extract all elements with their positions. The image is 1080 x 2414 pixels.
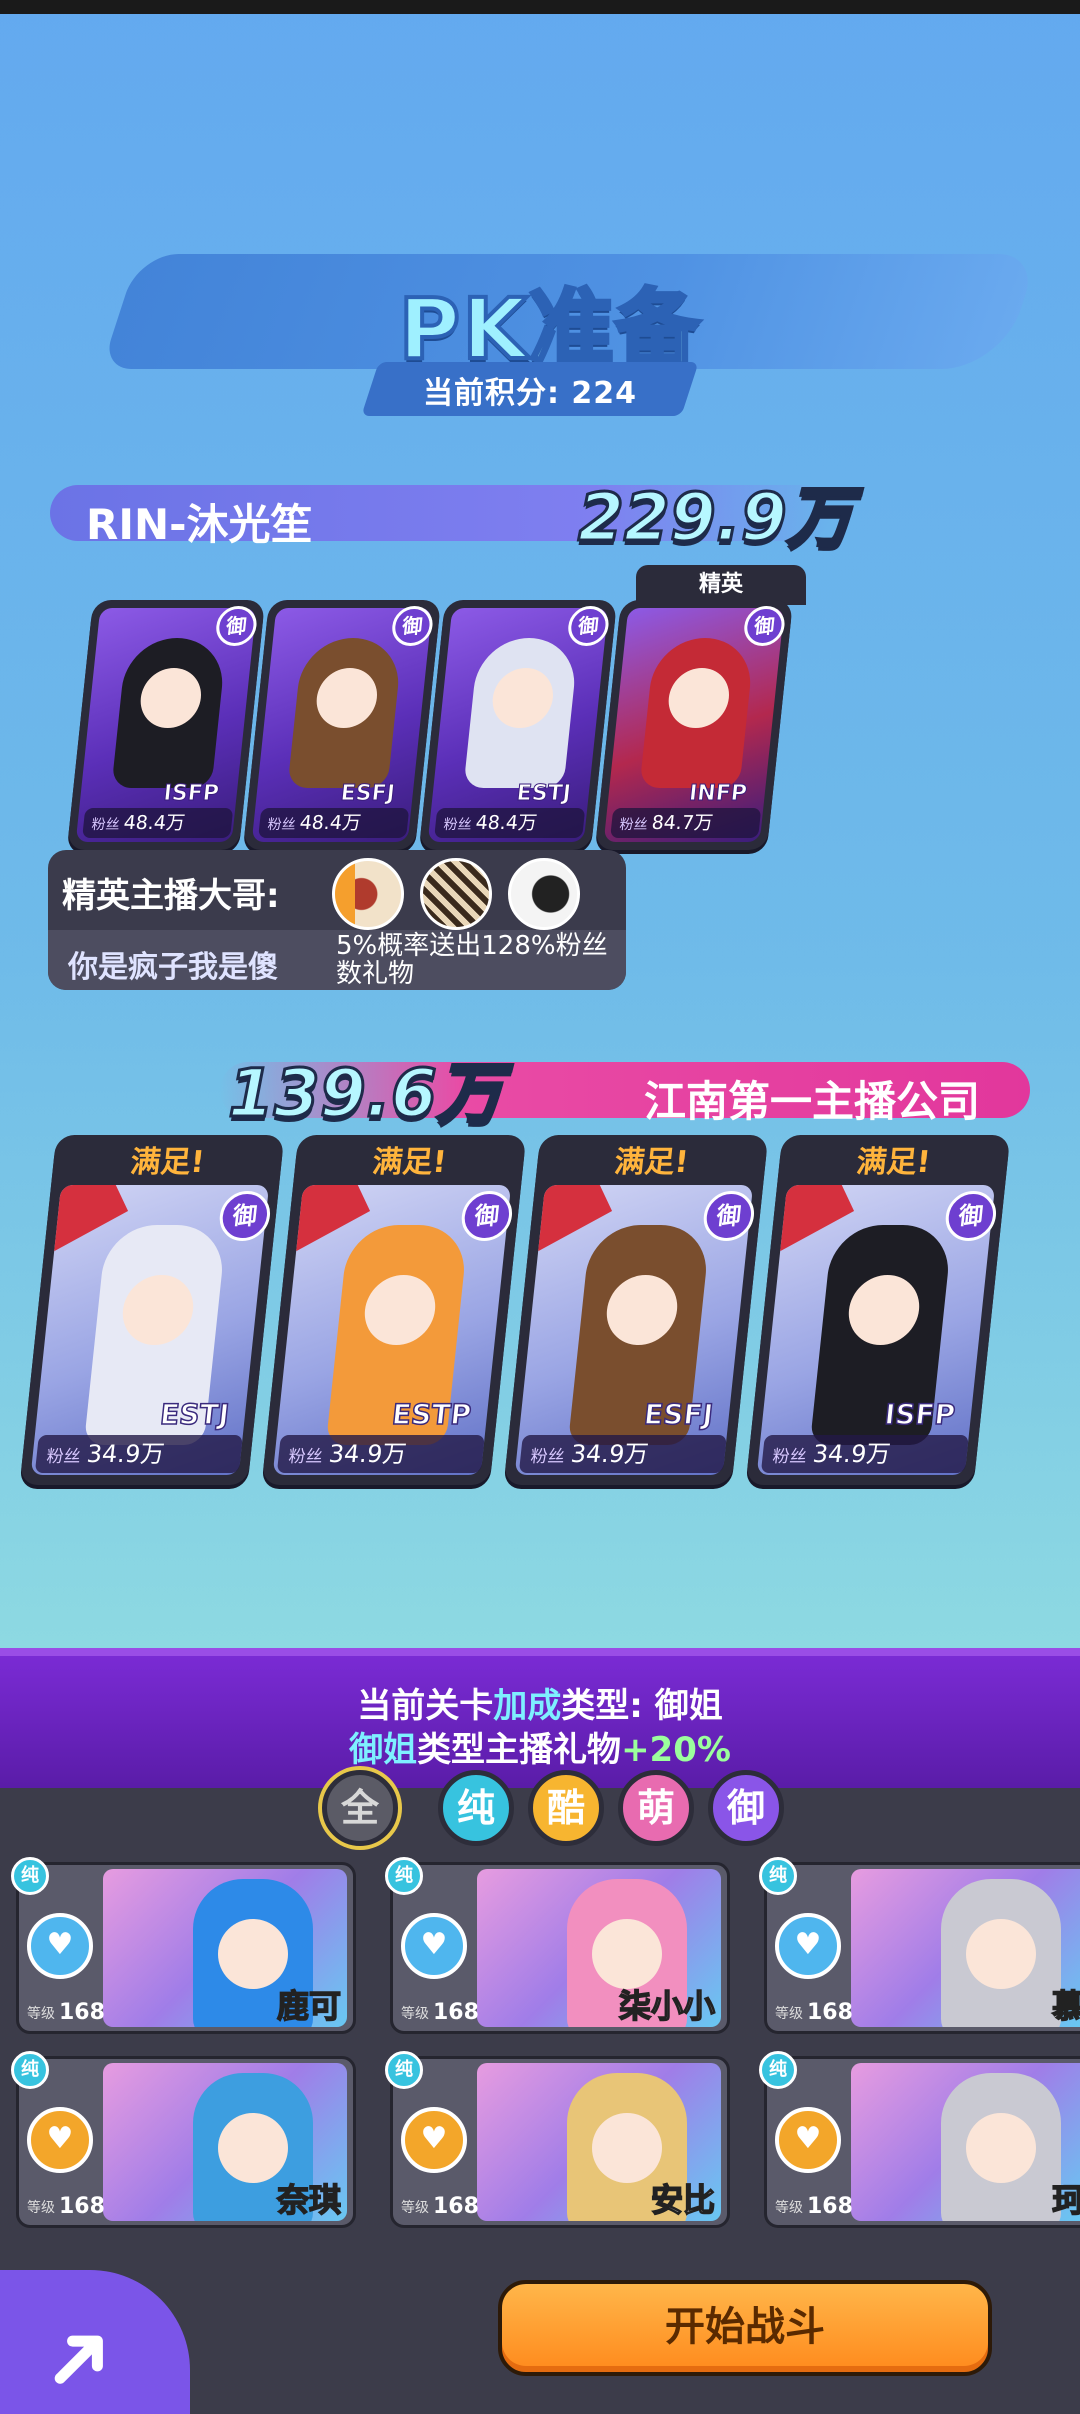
type-tag: 纯 [385, 1857, 423, 1895]
streamer-card[interactable]: 纯 ♥ 等级 168 珂 [759, 2051, 1080, 2228]
filter-mature[interactable]: 御 [708, 1770, 784, 1846]
streamer-name: 珂 [1051, 2180, 1080, 2220]
bonus-line-1: 当前关卡加成类型: 御姐 [357, 1686, 723, 1726]
mbti-label: ISFP [882, 1397, 957, 1432]
streamer-card[interactable]: 纯 ♥ 等级 168 奈琪 [11, 2051, 356, 2228]
bonus-line-2: 御姐类型主播礼物+20% [349, 1730, 731, 1770]
elite-avatar[interactable] [332, 858, 404, 930]
streamer-card[interactable]: 纯 ♥ 等级 168 安比 [385, 2051, 730, 2228]
team1-card-elite[interactable]: 御 INFP 粉丝 84.7万 [594, 600, 794, 850]
heart-icon: ♥ [775, 1913, 841, 1979]
mbti-label: ESTJ [158, 1397, 232, 1432]
type-tag: 纯 [11, 2051, 49, 2089]
fans-count: 粉丝 34.9万 [760, 1435, 969, 1473]
status-label: 满足! [128, 1145, 207, 1180]
heart-icon: ♥ [401, 1913, 467, 1979]
streamer-card[interactable]: 纯 ♥ 等级 168 慕 [759, 1857, 1080, 2034]
team2-name: 江南第一主播公司 [643, 1077, 980, 1126]
level-value: 168 [433, 2000, 479, 2025]
filter-cute[interactable]: 萌 [618, 1770, 694, 1846]
level-label: 等级 [27, 2006, 55, 2022]
start-battle-button[interactable]: 开始战斗 [498, 2280, 992, 2376]
fans-count: 粉丝 48.4万 [258, 808, 410, 838]
current-score: 当前积分: 224 [422, 376, 638, 411]
elite-user: 你是疯子我是傻 [68, 950, 278, 985]
streamer-card[interactable]: 纯 ♥ 等级 168 柒小小 [385, 1857, 730, 2034]
status-label: 满足! [854, 1145, 933, 1180]
level-value: 168 [433, 2194, 479, 2219]
streamer-name: 柒小小 [618, 1986, 716, 2026]
elite-avatar[interactable] [508, 858, 580, 930]
title-banner: PK准备 当前积分: 224 [80, 240, 1039, 416]
team2-card[interactable]: 满足! 御 ESTP 粉丝 34.9万 [261, 1135, 527, 1485]
status-label: 满足! [370, 1145, 449, 1180]
level-label: 等级 [401, 2200, 429, 2216]
level-value: 168 [807, 2000, 853, 2025]
mbti-label: ESTP [390, 1397, 474, 1432]
elite-desc: 5%概率送出128%粉丝数礼物 [336, 931, 608, 989]
filter-all[interactable]: 全 [322, 1770, 398, 1846]
elite-tag: 精英 [636, 565, 806, 605]
team1-name: RIN-沐光笙 [86, 500, 313, 549]
streamer-name: 奈琪 [276, 2180, 342, 2220]
streamer-name: 鹿可 [276, 1986, 342, 2026]
level-label: 等级 [775, 2200, 803, 2216]
streamer-card[interactable]: 纯 ♥ 等级 168 鹿可 [11, 1857, 356, 2034]
mbti-label: INFP [687, 781, 749, 807]
level-label: 等级 [401, 2006, 429, 2022]
team1-card[interactable]: 御 ESFJ 粉丝 48.4万 [242, 600, 442, 850]
fans-count: 粉丝 84.7万 [610, 808, 762, 838]
streamer-name: 慕 [1051, 1986, 1080, 2026]
mbti-label: ESFJ [642, 1397, 716, 1432]
level-value: 168 [59, 2194, 105, 2219]
level-value: 168 [59, 2000, 105, 2025]
team2-card[interactable]: 满足! 御 ISFP 粉丝 34.9万 [745, 1135, 1011, 1485]
team2-card[interactable]: 满足! 御 ESTJ 粉丝 34.9万 [19, 1135, 285, 1485]
elite-label: 精英主播大哥: [62, 876, 280, 916]
fans-count: 粉丝 34.9万 [518, 1435, 727, 1473]
status-bar [0, 0, 1080, 14]
filter-pure[interactable]: 纯 [438, 1770, 514, 1846]
mbti-label: ESTJ [515, 781, 573, 807]
type-tag: 纯 [385, 2051, 423, 2089]
streamer-name: 安比 [650, 2180, 716, 2220]
type-tag: 纯 [11, 1857, 49, 1895]
mbti-label: ESFJ [339, 781, 397, 807]
level-label: 等级 [27, 2200, 55, 2216]
team2-card[interactable]: 满足! 御 ESFJ 粉丝 34.9万 [503, 1135, 769, 1485]
fans-count: 粉丝 34.9万 [276, 1435, 485, 1473]
elite-fan-panel: 精英主播大哥: 你是疯子我是傻 5%概率送出128%粉丝数礼物 [48, 850, 626, 990]
mbti-label: ISFP [162, 781, 221, 807]
fans-count: 粉丝 48.4万 [434, 808, 586, 838]
team1-total: 229.9万 [577, 478, 855, 558]
fans-count: 粉丝 34.9万 [34, 1435, 243, 1473]
heart-icon: ♥ [775, 2107, 841, 2173]
elite-avatar[interactable] [420, 858, 492, 930]
team1-card[interactable]: 御 ESTJ 粉丝 48.4万 [418, 600, 618, 850]
level-value: 168 [807, 2194, 853, 2219]
level-label: 等级 [775, 2006, 803, 2022]
filter-cool[interactable]: 酷 [528, 1770, 604, 1846]
type-tag: 纯 [759, 2051, 797, 2089]
heart-icon: ♥ [401, 2107, 467, 2173]
fans-count: 粉丝 48.4万 [82, 808, 234, 838]
heart-icon: ♥ [27, 2107, 93, 2173]
team2-total: 139.6万 [227, 1054, 505, 1134]
type-tag: 纯 [759, 1857, 797, 1895]
heart-icon: ♥ [27, 1913, 93, 1979]
team1-card[interactable]: 御 ISFP 粉丝 48.4万 [66, 600, 266, 850]
status-label: 满足! [612, 1145, 691, 1180]
